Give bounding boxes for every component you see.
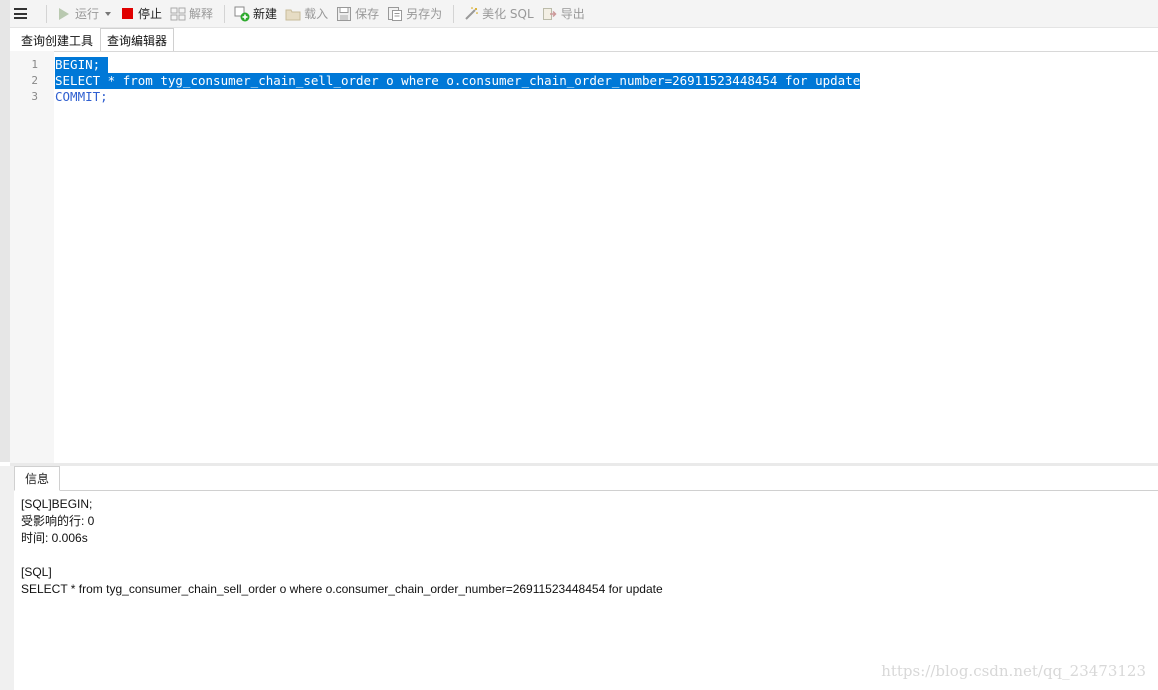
toolbar-separator xyxy=(224,4,226,23)
save-icon xyxy=(336,6,352,22)
play-icon xyxy=(56,6,72,22)
save-as-button[interactable]: 另存为 xyxy=(384,2,445,26)
save-as-icon xyxy=(387,6,403,22)
stop-icon xyxy=(119,6,135,22)
new-label: 新建 xyxy=(253,7,278,21)
info-message-panel: [SQL]BEGIN; 受影响的行: 0 时间: 0.006s [SQL] SE… xyxy=(14,491,1158,690)
toolbar-separator xyxy=(453,4,455,23)
line-number: 3 xyxy=(31,90,38,103)
folder-icon xyxy=(285,6,301,22)
info-line: 时间: 0.006s xyxy=(21,531,88,545)
line-number: 1 xyxy=(31,58,38,71)
code-line[interactable]: COMMIT; xyxy=(55,89,108,105)
info-left-strip xyxy=(0,466,14,690)
stop-label: 停止 xyxy=(138,7,163,21)
export-icon xyxy=(542,6,558,22)
stop-button[interactable]: 停止 xyxy=(116,2,165,26)
line-number-gutter xyxy=(10,51,54,463)
load-label: 载入 xyxy=(304,7,329,21)
save-as-label: 另存为 xyxy=(406,7,443,21)
tab-label: 查询编辑器 xyxy=(107,33,168,48)
tab-query-builder[interactable]: 查询创建工具 xyxy=(14,29,100,51)
explain-icon xyxy=(170,6,186,22)
hamburger-icon xyxy=(13,8,27,19)
left-panel-strip xyxy=(0,0,10,462)
save-button[interactable]: 保存 xyxy=(333,2,382,26)
toolbar: 运行 停止 解释 新建 载入 保存 另存为 美化 SQL 导出 xyxy=(0,0,1158,28)
run-button[interactable]: 运行 xyxy=(53,2,114,26)
tab-info[interactable]: 信息 xyxy=(14,466,61,491)
chevron-down-icon[interactable] xyxy=(105,11,112,16)
watermark: https://blog.csdn.net/qq_23473123 xyxy=(881,662,1146,680)
info-line: SELECT * from tyg_consumer_chain_sell_or… xyxy=(21,582,663,596)
explain-button[interactable]: 解释 xyxy=(167,2,216,26)
tab-query-editor[interactable]: 查询编辑器 xyxy=(100,28,175,51)
load-button[interactable]: 载入 xyxy=(282,2,331,26)
beautify-sql-button[interactable]: 美化 SQL xyxy=(460,2,537,26)
code-line[interactable]: SELECT * from tyg_consumer_chain_sell_or… xyxy=(55,73,861,89)
magic-wand-icon xyxy=(463,6,479,22)
export-button[interactable]: 导出 xyxy=(539,2,588,26)
new-query-icon xyxy=(234,6,250,22)
new-button[interactable]: 新建 xyxy=(231,2,280,26)
save-label: 保存 xyxy=(355,7,380,21)
info-line: [SQL]BEGIN; xyxy=(21,497,93,511)
export-label: 导出 xyxy=(560,7,585,21)
line-number: 2 xyxy=(31,74,38,87)
sql-editor[interactable] xyxy=(10,51,1158,463)
code-line[interactable]: BEGIN; xyxy=(55,57,109,73)
info-line: [SQL] xyxy=(21,565,52,579)
run-label: 运行 xyxy=(75,7,100,21)
explain-label: 解释 xyxy=(189,7,214,21)
tab-label: 信息 xyxy=(25,472,50,486)
tab-label: 查询创建工具 xyxy=(21,34,94,48)
info-line: 受影响的行: 0 xyxy=(21,514,95,528)
result-tab-bar: 信息 xyxy=(14,466,1158,491)
toolbar-separator xyxy=(46,4,47,23)
beautify-sql-label: 美化 SQL xyxy=(482,7,534,21)
editor-tab-bar: 查询创建工具 查询编辑器 xyxy=(14,28,175,51)
